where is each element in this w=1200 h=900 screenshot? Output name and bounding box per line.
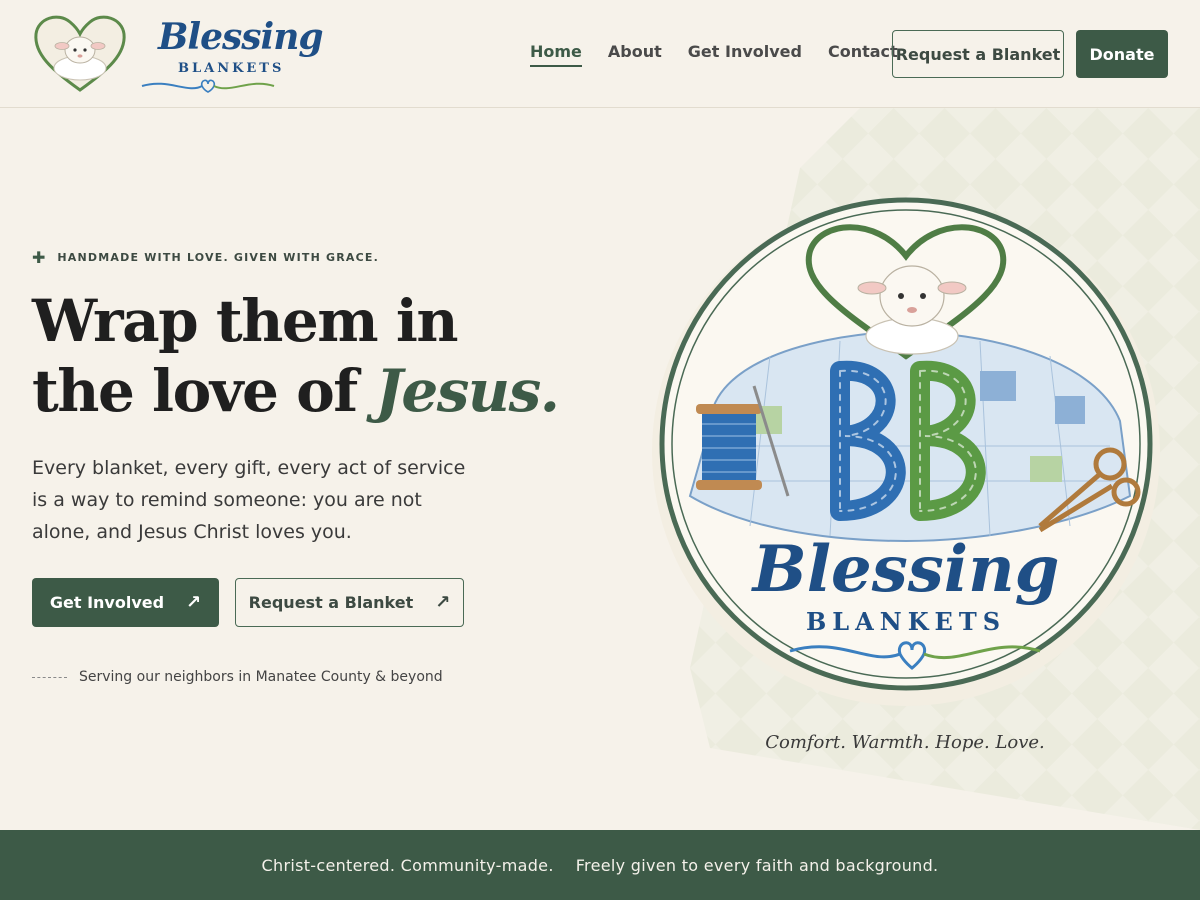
- headline-emphasis: Jesus.: [375, 357, 560, 425]
- arrow-up-right-icon: ↗: [186, 592, 202, 613]
- nav-contact[interactable]: Contact: [828, 42, 898, 67]
- brand-badge: Blessing BLANKETS: [650, 196, 1162, 708]
- request-blanket-label: Request a Blanket: [248, 593, 414, 612]
- badge-wordmark: Blessing: [751, 532, 1060, 607]
- get-involved-button[interactable]: Get Involved ↗: [32, 578, 219, 627]
- site-header: Blessing BLANKETS Home About Get Involve…: [0, 0, 1200, 108]
- get-involved-label: Get Involved: [49, 593, 165, 612]
- request-blanket-button[interactable]: Request a Blanket: [892, 30, 1064, 78]
- mission-right: Freely given to every faith and backgrou…: [575, 855, 939, 875]
- badge-subword: BLANKETS: [806, 607, 1006, 636]
- brand-wordmark: Blessing: [158, 16, 324, 58]
- donate-button[interactable]: Donate: [1076, 30, 1168, 78]
- cross-icon: ✚: [32, 248, 46, 267]
- nav-home[interactable]: Home: [530, 42, 582, 67]
- mission-left: Christ-centered. Community-made.: [261, 855, 554, 875]
- badge-tagline: Comfort. Warmth. Hope. Love.: [765, 732, 1045, 753]
- service-area-text: Serving our neighbors in Manatee County …: [79, 669, 443, 685]
- brand-subword: BLANKETS: [178, 61, 285, 76]
- hero-headline: Wrap them in the love of Jesus.: [32, 286, 560, 426]
- dashed-divider: [32, 676, 67, 678]
- service-area-note: Serving our neighbors in Manatee County …: [32, 669, 443, 685]
- eyebrow-text: HANDMADE WITH LOVE. GIVEN WITH GRACE.: [57, 251, 379, 264]
- brand-logo[interactable]: Blessing BLANKETS: [32, 12, 324, 96]
- nav-get-involved[interactable]: Get Involved: [688, 42, 802, 67]
- mission-band: Christ-centered. Community-made. Freely …: [0, 830, 1200, 900]
- nav-about[interactable]: About: [608, 42, 662, 67]
- heart-lamb-icon: [34, 15, 126, 92]
- main-nav: Home About Get Involved Contact: [530, 42, 898, 67]
- hero-request-blanket-button[interactable]: Request a Blanket ↗: [235, 578, 464, 627]
- hero-lead: Every blanket, every gift, every act of …: [32, 457, 466, 543]
- arrow-up-right-icon: ↗: [435, 592, 451, 613]
- hero-eyebrow: ✚ HANDMADE WITH LOVE. GIVEN WITH GRACE.: [32, 248, 379, 267]
- headline-line-1: Wrap them in: [32, 287, 459, 355]
- swirl-heart-icon: [141, 79, 275, 93]
- headline-line-2: the love of: [32, 357, 376, 425]
